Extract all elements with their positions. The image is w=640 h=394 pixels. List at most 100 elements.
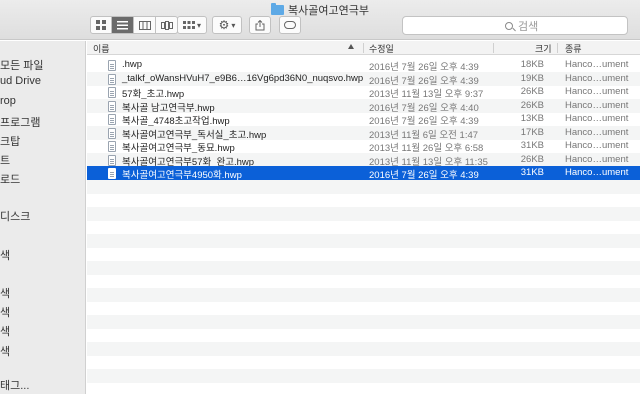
- cover-flow-button[interactable]: [156, 16, 178, 34]
- file-kind: Hanco…ument: [565, 86, 629, 97]
- chevron-down-icon: ▾: [196, 20, 201, 30]
- action-button[interactable]: ⚙ ▾: [212, 16, 242, 34]
- search-placeholder: 검색: [518, 20, 539, 33]
- view-mode-switcher: [90, 16, 178, 34]
- document-icon: [108, 114, 116, 125]
- file-row-selected[interactable]: 복사골여고연극부4950화.hwp 2016년 7월 26일 오후 4:39 3…: [87, 166, 640, 181]
- columns-icon: [138, 20, 151, 30]
- document-icon: [108, 168, 116, 179]
- file-date: 2016년 7월 26일 오후 4:39: [369, 170, 479, 181]
- file-row[interactable]: 복사골여고연극부57화_완고.hwp 2013년 11월 13일 오후 11:3…: [87, 153, 640, 168]
- search-field[interactable]: 검색: [402, 16, 628, 35]
- file-row[interactable]: _talkf_oWansHVuH7_e9B6…16Vg6pd36N0_nuqsv…: [87, 72, 640, 87]
- file-kind: Hanco…ument: [565, 59, 629, 70]
- empty-row: [87, 180, 640, 194]
- share-icon: [255, 19, 265, 30]
- file-row[interactable]: 복사골_4748초고작업.hwp 2016년 7월 26일 오후 4:39 13…: [87, 112, 640, 127]
- sidebar: 모든 파일 ud Drive rop 프로그램 크탑 트 로드 디스크 색 색 …: [0, 41, 86, 394]
- sidebar-item-desktop[interactable]: 크탑: [0, 133, 20, 149]
- arrange-grid-icon: [182, 20, 195, 29]
- document-icon: [108, 60, 116, 71]
- file-size: 19KB: [520, 73, 544, 84]
- file-row[interactable]: 복사골여고연극부_독서실_초고.hwp 2013년 11월 6일 오전 1:47…: [87, 126, 640, 141]
- file-name: .hwp: [122, 59, 143, 70]
- tag-icon: [284, 21, 296, 29]
- icon-view-button[interactable]: [90, 16, 112, 34]
- column-header-size[interactable]: 크기: [535, 42, 552, 55]
- file-date: 2016년 7월 26일 오후 4:39: [369, 62, 479, 73]
- sidebar-item-airdrop[interactable]: rop: [0, 95, 16, 107]
- sidebar-item-tag-color[interactable]: 색: [0, 343, 10, 359]
- file-row[interactable]: .hwp 2016년 7월 26일 오후 4:39 18KB Hanco…ume…: [87, 58, 640, 73]
- sidebar-item-remote-disc[interactable]: 디스크: [0, 208, 30, 224]
- file-size: 26KB: [520, 86, 544, 97]
- chevron-down-icon: ▾: [231, 20, 236, 30]
- sidebar-item-tag-color[interactable]: 색: [0, 285, 10, 301]
- empty-row: [87, 315, 640, 329]
- arrange-button[interactable]: ▾: [177, 16, 207, 34]
- file-name: 57화_초고.hwp: [122, 89, 185, 100]
- document-icon: [108, 101, 116, 112]
- document-icon: [108, 74, 116, 85]
- file-name: 복사골여고연극부_동묘.hwp: [122, 143, 235, 154]
- file-kind: Hanco…ument: [565, 113, 629, 124]
- file-kind: Hanco…ument: [565, 140, 629, 151]
- column-header-bar: 이름 수정일 크기 종류: [87, 41, 640, 55]
- file-size: 31KB: [520, 167, 544, 178]
- list-icon: [117, 20, 128, 29]
- file-kind: Hanco…ument: [565, 167, 629, 178]
- empty-row: [87, 342, 640, 356]
- sidebar-item-documents[interactable]: 트: [0, 152, 10, 168]
- file-size: 13KB: [520, 113, 544, 124]
- file-row[interactable]: 복사골여고연극부_동묘.hwp 2013년 11월 26일 오후 6:58 31…: [87, 139, 640, 154]
- folder-icon: [271, 3, 285, 15]
- sidebar-item-icloud-drive[interactable]: ud Drive: [0, 75, 41, 87]
- file-date: 2016년 7월 26일 오후 4:39: [369, 116, 479, 127]
- document-icon: [108, 128, 116, 139]
- share-button[interactable]: [249, 16, 271, 34]
- sidebar-item-all-tags[interactable]: 태그...: [0, 377, 29, 393]
- window-title-text: 복사골여고연극부: [288, 5, 369, 17]
- column-header-date[interactable]: 수정일: [369, 42, 394, 55]
- file-row[interactable]: 57화_초고.hwp 2013년 11월 13일 오후 9:37 26KB Ha…: [87, 85, 640, 100]
- column-header-name[interactable]: 이름: [93, 42, 110, 55]
- file-size: 18KB: [520, 59, 544, 70]
- column-view-button[interactable]: [134, 16, 156, 34]
- sidebar-item-downloads[interactable]: 로드: [0, 171, 20, 187]
- document-icon: [108, 141, 116, 152]
- sidebar-item-applications[interactable]: 프로그램: [0, 114, 40, 130]
- column-divider[interactable]: [557, 43, 558, 53]
- cover-flow-icon: [160, 20, 173, 30]
- file-name: _talkf_oWansHVuH7_e9B6…16Vg6pd36N0_nuqsv…: [122, 73, 364, 84]
- empty-row: [87, 261, 640, 275]
- empty-row: [87, 288, 640, 302]
- list-view-button[interactable]: [112, 16, 134, 34]
- sidebar-item-tag-color[interactable]: 색: [0, 323, 10, 339]
- search-icon: [505, 21, 513, 30]
- sidebar-item-tag-color[interactable]: 색: [0, 247, 10, 263]
- file-date: 2013년 11월 13일 오후 9:37: [369, 89, 484, 100]
- sidebar-item-tag-color[interactable]: 색: [0, 304, 10, 320]
- empty-row: [87, 369, 640, 383]
- gear-icon: ⚙: [218, 18, 230, 32]
- file-size: 26KB: [520, 154, 544, 165]
- column-header-kind[interactable]: 종류: [565, 42, 582, 55]
- file-size: 26KB: [520, 100, 544, 111]
- edit-tags-button[interactable]: [279, 16, 301, 34]
- sort-ascending-icon: [348, 44, 354, 49]
- column-divider[interactable]: [363, 43, 364, 53]
- document-icon: [108, 87, 116, 98]
- file-kind: Hanco…ument: [565, 127, 629, 138]
- file-kind: Hanco…ument: [565, 154, 629, 165]
- empty-row: [87, 234, 640, 248]
- document-icon: [108, 155, 116, 166]
- grid-icon: [96, 20, 106, 30]
- file-size: 31KB: [520, 140, 544, 151]
- file-name: 복사골여고연극부4950화.hwp: [122, 170, 242, 181]
- sidebar-item-all-files[interactable]: 모든 파일: [0, 57, 44, 73]
- column-divider[interactable]: [493, 43, 494, 53]
- file-row[interactable]: 복사골 남고연극부.hwp 2016년 7월 26일 오후 4:40 26KB …: [87, 99, 640, 114]
- file-size: 17KB: [520, 127, 544, 138]
- file-kind: Hanco…ument: [565, 100, 629, 111]
- file-name: 복사골_4748초고작업.hwp: [122, 116, 230, 127]
